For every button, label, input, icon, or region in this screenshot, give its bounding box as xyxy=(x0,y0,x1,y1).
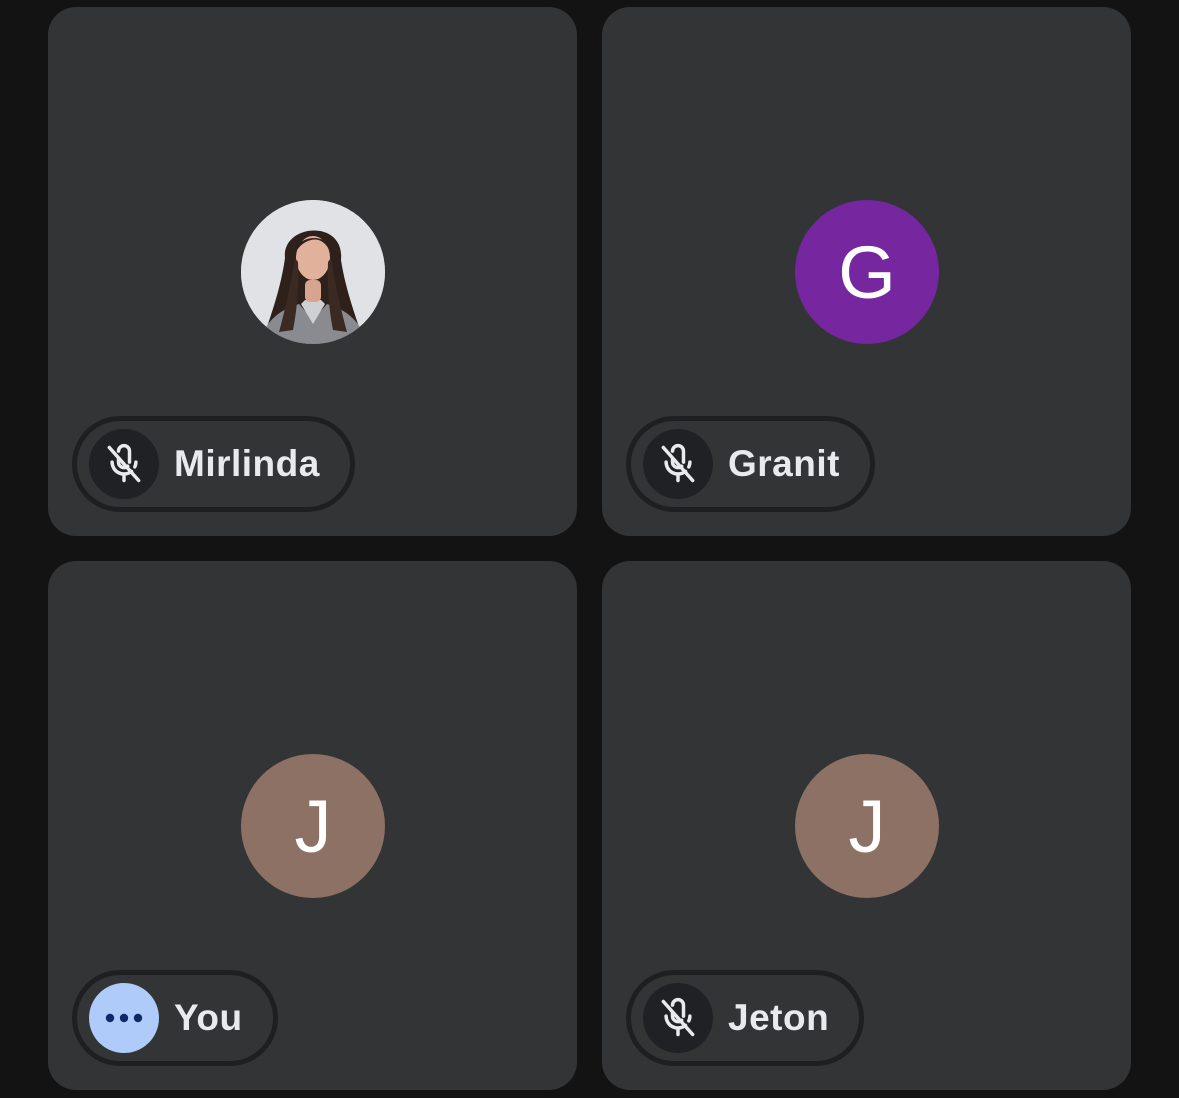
participant-name: Mirlinda xyxy=(174,443,320,484)
name-pill: Granit xyxy=(626,416,875,512)
participant-name: You xyxy=(174,997,243,1038)
participant-tile-mirlinda[interactable]: Mirlinda xyxy=(48,7,577,536)
participant-name: Granit xyxy=(728,443,840,484)
name-pill: Jeton xyxy=(626,970,865,1066)
mic-off-icon xyxy=(89,429,159,499)
mic-off-icon xyxy=(643,983,713,1053)
more-dots-icon xyxy=(89,983,159,1053)
participant-name: Jeton xyxy=(728,997,830,1038)
avatar-letter: G xyxy=(795,200,939,344)
avatar-letter: J xyxy=(795,754,939,898)
participant-tile-granit[interactable]: G Granit xyxy=(602,7,1131,536)
meeting-grid: Mirlinda G Granit J You J Jeton xyxy=(0,0,1179,1098)
profile-photo-image xyxy=(241,200,385,344)
avatar-photo xyxy=(241,200,385,344)
participant-tile-you[interactable]: J You xyxy=(48,561,577,1090)
mic-off-icon xyxy=(643,429,713,499)
name-pill: You xyxy=(72,970,278,1066)
avatar-letter: J xyxy=(241,754,385,898)
participant-tile-jeton[interactable]: J Jeton xyxy=(602,561,1131,1090)
name-pill: Mirlinda xyxy=(72,416,355,512)
